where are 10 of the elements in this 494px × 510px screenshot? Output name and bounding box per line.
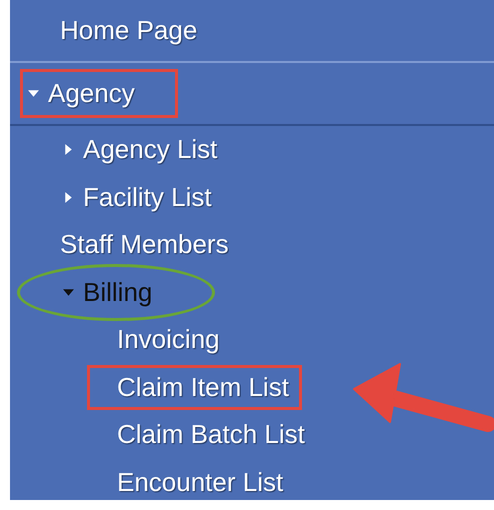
menu-item[interactable]: Home Page <box>60 15 198 46</box>
menu-item[interactable]: Facility List <box>62 182 212 213</box>
menu-item[interactable]: Claim Batch List <box>117 419 305 450</box>
menu-item[interactable]: Billing <box>62 276 152 308</box>
menu-item[interactable]: Claim Item List <box>117 372 289 403</box>
menu-item[interactable]: Agency <box>27 78 135 109</box>
menu-item[interactable]: Invoicing <box>117 324 220 356</box>
menu-item[interactable]: Staff Members <box>60 229 229 260</box>
menu-item[interactable]: Encounter List <box>117 466 284 498</box>
menu-item[interactable]: Agency List <box>62 134 218 166</box>
